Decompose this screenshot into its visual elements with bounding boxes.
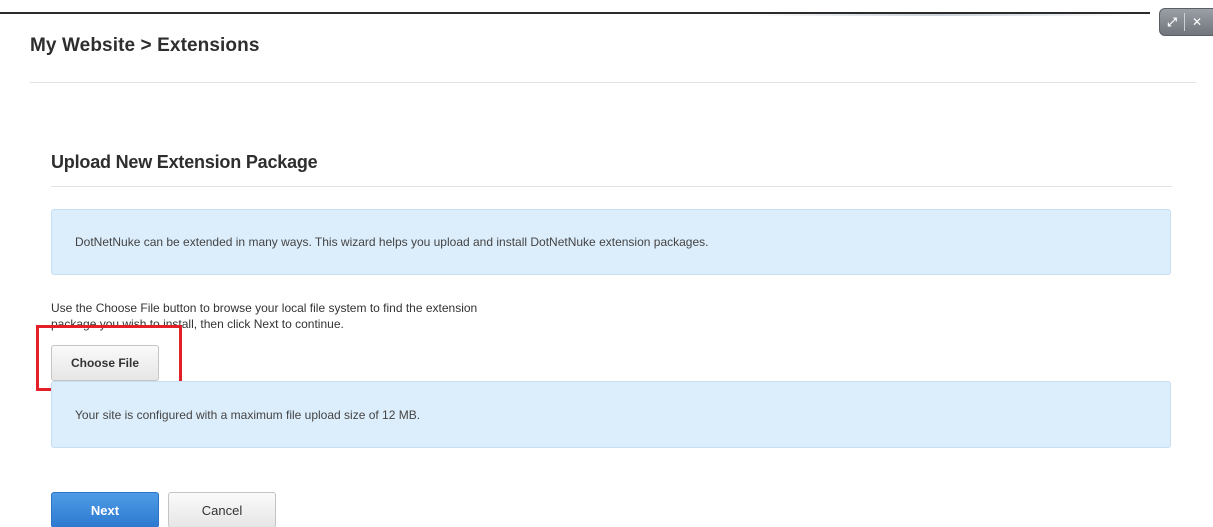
upload-limit-info-box: Your site is configured with a maximum f…: [51, 381, 1171, 448]
instructions-line-1: Use the Choose File button to browse you…: [51, 301, 478, 315]
breadcrumb: My Website > Extensions: [30, 35, 260, 56]
breadcrumb-divider: [30, 82, 1196, 83]
intro-info-box: DotNetNuke can be extended in many ways.…: [51, 209, 1171, 275]
intro-text: DotNetNuke can be extended in many ways.…: [75, 235, 709, 249]
top-divider-shadow: [740, 14, 1140, 16]
next-button[interactable]: Next: [51, 492, 159, 527]
window-controls: ⤢ ✕: [1159, 8, 1213, 36]
extensions-page: ⤢ ✕ My Website > Extensions Upload New E…: [0, 0, 1213, 527]
upload-limit-text: Your site is configured with a maximum f…: [75, 407, 421, 422]
section-title: Upload New Extension Package: [51, 152, 318, 172]
expand-icon[interactable]: ⤢: [1160, 12, 1184, 32]
cancel-button[interactable]: Cancel: [168, 492, 276, 527]
section-divider: [51, 186, 1172, 187]
close-icon[interactable]: ✕: [1185, 12, 1209, 32]
